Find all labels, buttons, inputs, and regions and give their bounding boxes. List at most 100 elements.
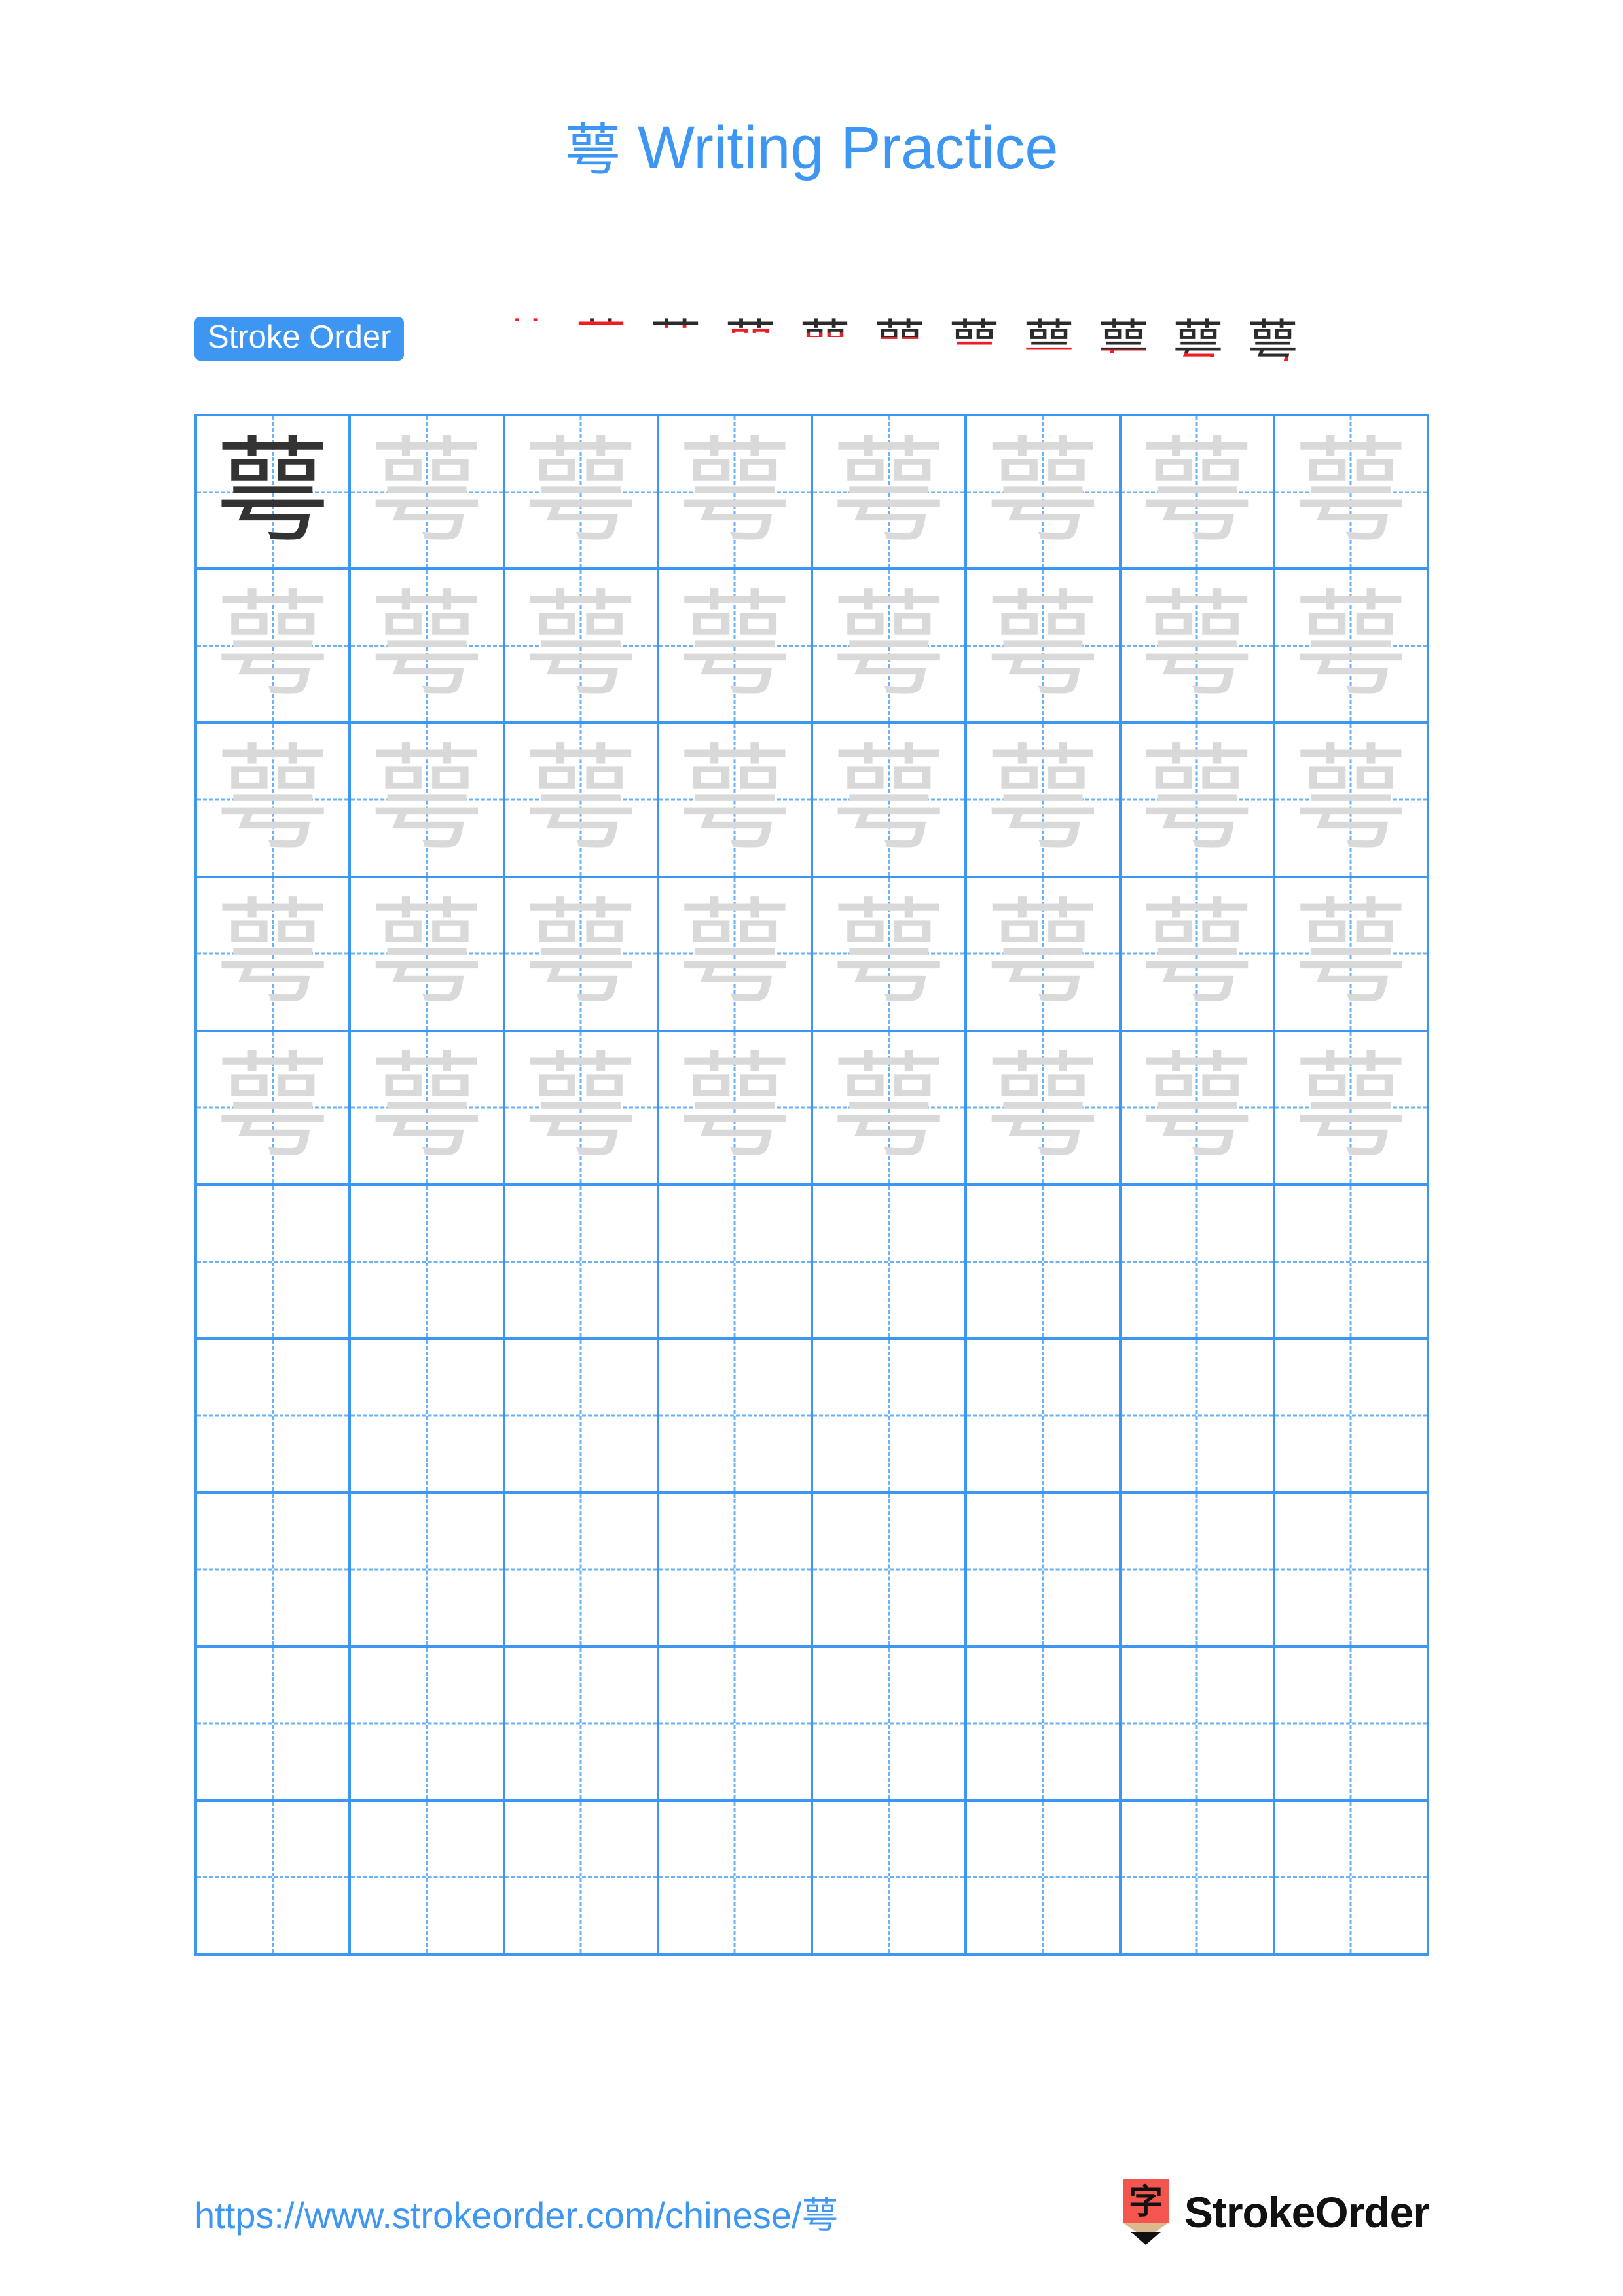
practice-cell-r10-c2[interactable] <box>351 1801 505 1956</box>
practice-cell-r9-c4[interactable] <box>659 1647 813 1802</box>
practice-cell-r3-c2[interactable]: 萼 <box>351 724 505 878</box>
practice-cell-r1-c1[interactable]: 萼 <box>197 416 352 571</box>
trace-character: 萼 <box>1139 1040 1255 1175</box>
practice-cell-r5-c6[interactable]: 萼 <box>967 1031 1122 1186</box>
practice-cell-r7-c8[interactable] <box>1275 1340 1429 1494</box>
trace-character: 萼 <box>831 578 947 713</box>
practice-cell-r2-c3[interactable]: 萼 <box>505 570 659 725</box>
practice-cell-r5-c7[interactable]: 萼 <box>1121 1031 1275 1186</box>
source-url-prefix: https://www.strokeorder.com/chinese/ <box>194 2194 802 2236</box>
practice-cell-r1-c2[interactable]: 萼 <box>351 416 505 571</box>
practice-cell-r7-c1[interactable] <box>197 1340 352 1494</box>
practice-cell-r6-c3[interactable] <box>505 1185 659 1340</box>
source-url-link[interactable]: https://www.strokeorder.com/chinese/萼 <box>194 2186 839 2239</box>
practice-cell-r5-c1[interactable]: 萼 <box>197 1031 352 1186</box>
practice-cell-r6-c6[interactable] <box>967 1185 1122 1340</box>
practice-cell-r3-c5[interactable]: 萼 <box>813 724 968 878</box>
practice-cell-r4-c1[interactable]: 萼 <box>197 878 352 1032</box>
practice-cell-r6-c8[interactable] <box>1275 1185 1429 1340</box>
practice-cell-r2-c5[interactable]: 萼 <box>813 570 968 725</box>
practice-cell-r10-c6[interactable] <box>967 1801 1122 1956</box>
brand-name: StrokeOrder <box>1184 2188 1430 2236</box>
practice-cell-r8-c3[interactable] <box>505 1494 659 1648</box>
page-title-character: 萼 <box>564 118 621 183</box>
practice-cell-r10-c7[interactable] <box>1121 1801 1275 1956</box>
practice-cell-r2-c6[interactable]: 萼 <box>967 570 1122 725</box>
practice-cell-r7-c3[interactable] <box>505 1340 659 1494</box>
trace-character: 萼 <box>215 732 331 867</box>
practice-cell-r7-c6[interactable] <box>967 1340 1122 1494</box>
practice-cell-r5-c2[interactable]: 萼 <box>351 1031 505 1186</box>
practice-cell-r4-c2[interactable]: 萼 <box>351 878 505 1032</box>
page-title: 萼 Writing Practice <box>0 115 1623 182</box>
practice-cell-r2-c7[interactable]: 萼 <box>1121 570 1275 725</box>
practice-cell-r1-c3[interactable]: 萼 <box>505 416 659 571</box>
practice-cell-r9-c3[interactable] <box>505 1647 659 1802</box>
trace-character: 萼 <box>369 886 484 1021</box>
practice-cell-r3-c1[interactable]: 萼 <box>197 724 352 878</box>
svg-text:萼: 萼 <box>799 315 850 373</box>
practice-cell-r8-c1[interactable] <box>197 1494 352 1648</box>
practice-cell-r2-c2[interactable]: 萼 <box>351 570 505 725</box>
trace-character: 萼 <box>215 886 331 1021</box>
practice-cell-r4-c6[interactable]: 萼 <box>967 878 1122 1032</box>
practice-cell-r6-c4[interactable] <box>659 1185 813 1340</box>
practice-cell-r8-c6[interactable] <box>967 1494 1122 1648</box>
practice-cell-r1-c7[interactable]: 萼 <box>1121 416 1275 571</box>
practice-cell-r4-c5[interactable]: 萼 <box>813 878 968 1032</box>
practice-cell-r3-c3[interactable]: 萼 <box>505 724 659 878</box>
trace-character: 萼 <box>1293 886 1409 1021</box>
practice-cell-r5-c3[interactable]: 萼 <box>505 1031 659 1186</box>
svg-text:萼: 萼 <box>1023 315 1074 373</box>
practice-cell-r2-c1[interactable]: 萼 <box>197 570 352 725</box>
practice-cell-r8-c7[interactable] <box>1121 1494 1275 1648</box>
practice-cell-r2-c8[interactable]: 萼 <box>1275 570 1429 725</box>
practice-cell-r9-c8[interactable] <box>1275 1647 1429 1802</box>
practice-cell-r7-c2[interactable] <box>351 1340 505 1494</box>
practice-cell-r6-c7[interactable] <box>1121 1185 1275 1340</box>
practice-cell-r5-c8[interactable]: 萼 <box>1275 1031 1429 1186</box>
practice-cell-r4-c8[interactable]: 萼 <box>1275 878 1429 1032</box>
practice-cell-r10-c1[interactable] <box>197 1801 352 1956</box>
practice-cell-r1-c6[interactable]: 萼 <box>967 416 1122 571</box>
trace-character: 萼 <box>523 732 639 867</box>
practice-cell-r6-c5[interactable] <box>813 1185 968 1340</box>
practice-cell-r9-c7[interactable] <box>1121 1647 1275 1802</box>
practice-cell-r8-c2[interactable] <box>351 1494 505 1648</box>
practice-cell-r7-c4[interactable] <box>659 1340 813 1494</box>
practice-cell-r3-c4[interactable]: 萼 <box>659 724 813 878</box>
practice-cell-r9-c5[interactable] <box>813 1647 968 1802</box>
practice-cell-r9-c6[interactable] <box>967 1647 1122 1802</box>
practice-cell-r10-c3[interactable] <box>505 1801 659 1956</box>
practice-cell-r8-c5[interactable] <box>813 1494 968 1648</box>
stroke-step-11: 萼萼 <box>1161 301 1235 373</box>
svg-text:萼: 萼 <box>1098 315 1149 373</box>
practice-cell-r7-c5[interactable] <box>813 1340 968 1494</box>
practice-cell-r10-c8[interactable] <box>1275 1801 1429 1956</box>
practice-cell-r4-c3[interactable]: 萼 <box>505 878 659 1032</box>
practice-cell-r4-c7[interactable]: 萼 <box>1121 878 1275 1032</box>
practice-cell-r5-c5[interactable]: 萼 <box>813 1031 968 1186</box>
practice-cell-r6-c2[interactable] <box>351 1185 505 1340</box>
practice-cell-r9-c1[interactable] <box>197 1647 352 1802</box>
practice-cell-r9-c2[interactable] <box>351 1647 505 1802</box>
practice-cell-r7-c7[interactable] <box>1121 1340 1275 1494</box>
svg-text:字: 字 <box>1129 2183 1163 2222</box>
practice-cell-r10-c5[interactable] <box>813 1801 968 1956</box>
practice-cell-r2-c4[interactable]: 萼 <box>659 570 813 725</box>
practice-cell-r3-c7[interactable]: 萼 <box>1121 724 1275 878</box>
practice-cell-r1-c4[interactable]: 萼 <box>659 416 813 571</box>
trace-character: 萼 <box>985 886 1101 1021</box>
practice-cell-r1-c8[interactable]: 萼 <box>1275 416 1429 571</box>
practice-cell-r6-c1[interactable] <box>197 1185 352 1340</box>
practice-cell-r5-c4[interactable]: 萼 <box>659 1031 813 1186</box>
practice-cell-r10-c4[interactable] <box>659 1801 813 1956</box>
practice-cell-r1-c5[interactable]: 萼 <box>813 416 968 571</box>
practice-cell-r8-c8[interactable] <box>1275 1494 1429 1648</box>
stroke-step-2: 萼萼 <box>489 301 564 373</box>
practice-cell-r3-c8[interactable]: 萼 <box>1275 724 1429 878</box>
practice-cell-r8-c4[interactable] <box>659 1494 813 1648</box>
stroke-step-5: 萼萼 <box>713 301 788 373</box>
practice-cell-r4-c4[interactable]: 萼 <box>659 878 813 1032</box>
practice-cell-r3-c6[interactable]: 萼 <box>967 724 1122 878</box>
